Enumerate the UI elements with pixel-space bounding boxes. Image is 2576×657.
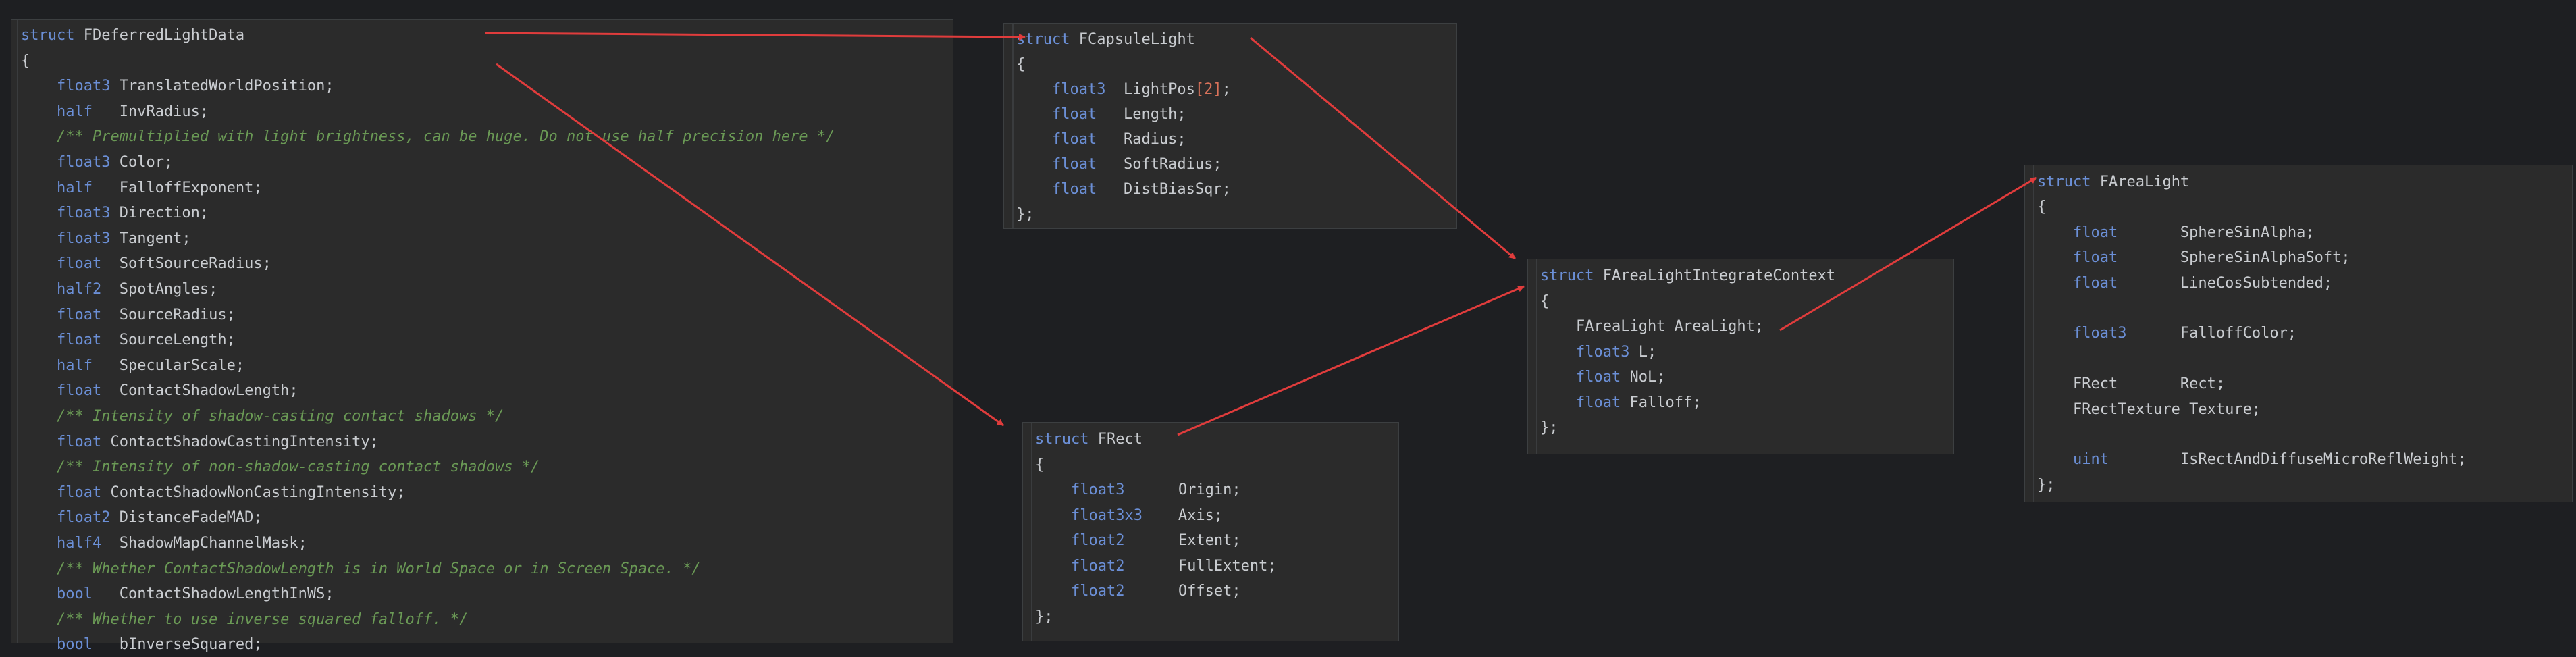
arrow-integrate-to-arealight — [1779, 176, 2037, 332]
arrow-rect-to-integrate — [1177, 285, 1525, 436]
arrows-layer — [484, 32, 2037, 436]
arrow-capsule-to-integrate — [1250, 36, 1516, 260]
arrow-deferred-to-rect — [496, 63, 1004, 427]
arrow-deferred-to-capsule — [484, 32, 1026, 41]
